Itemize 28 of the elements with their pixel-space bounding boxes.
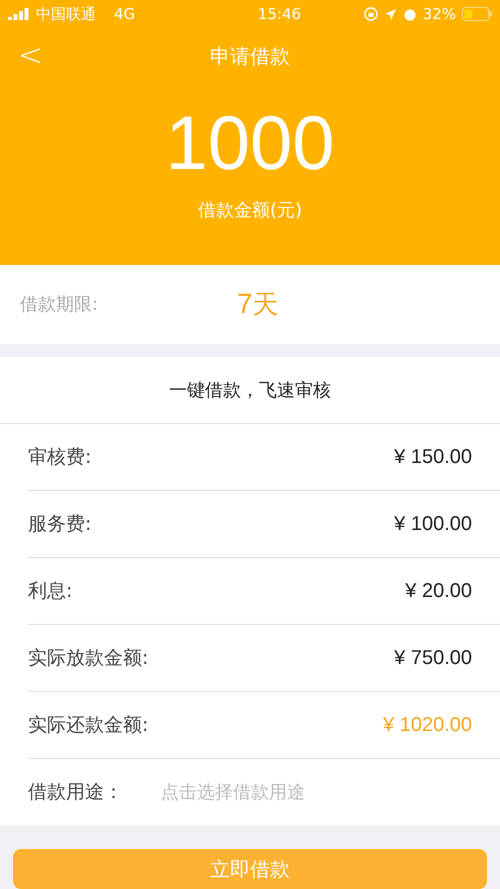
fee-label: 利息: — [28, 579, 72, 604]
fee-label: 实际还款金额: — [28, 713, 148, 738]
borrow-button[interactable]: 立即借款 — [13, 849, 487, 889]
fee-value: ¥ 750.00 — [394, 646, 472, 670]
fee-label: 审核费: — [28, 445, 92, 470]
lock-rotation-icon — [364, 7, 378, 21]
fee-value: ¥ 150.00 — [394, 446, 472, 469]
slogan: 一键借款，飞速审核 — [0, 357, 500, 424]
fee-value: ¥ 100.00 — [394, 512, 472, 536]
location-icon — [384, 8, 397, 20]
loan-amount: 1000 — [164, 106, 336, 182]
network-type: 4G — [114, 5, 136, 23]
fee-label: 实际放款金额: — [28, 646, 148, 672]
purpose-label: 借款用途： — [28, 780, 123, 806]
term-label: 借款期限: — [20, 293, 100, 316]
page-title: 申请借款 — [210, 42, 290, 70]
carrier: 中国联通 — [36, 4, 96, 24]
signal-icon — [8, 8, 30, 20]
term-value: 7天 — [237, 286, 279, 321]
battery-icon — [462, 7, 492, 21]
amount-label: 借款金额(元) — [196, 199, 304, 222]
fee-label: 服务费: — [28, 512, 92, 538]
clock: 15:46 — [256, 5, 302, 23]
fee-value: ¥ 20.00 — [405, 580, 472, 603]
back-button[interactable]: < — [12, 38, 50, 73]
fee-value: ¥ 1020.00 — [383, 714, 472, 737]
battery-percentage: 32% — [422, 5, 456, 23]
purpose-selector[interactable]: 点击选择借款用途 — [161, 780, 305, 804]
